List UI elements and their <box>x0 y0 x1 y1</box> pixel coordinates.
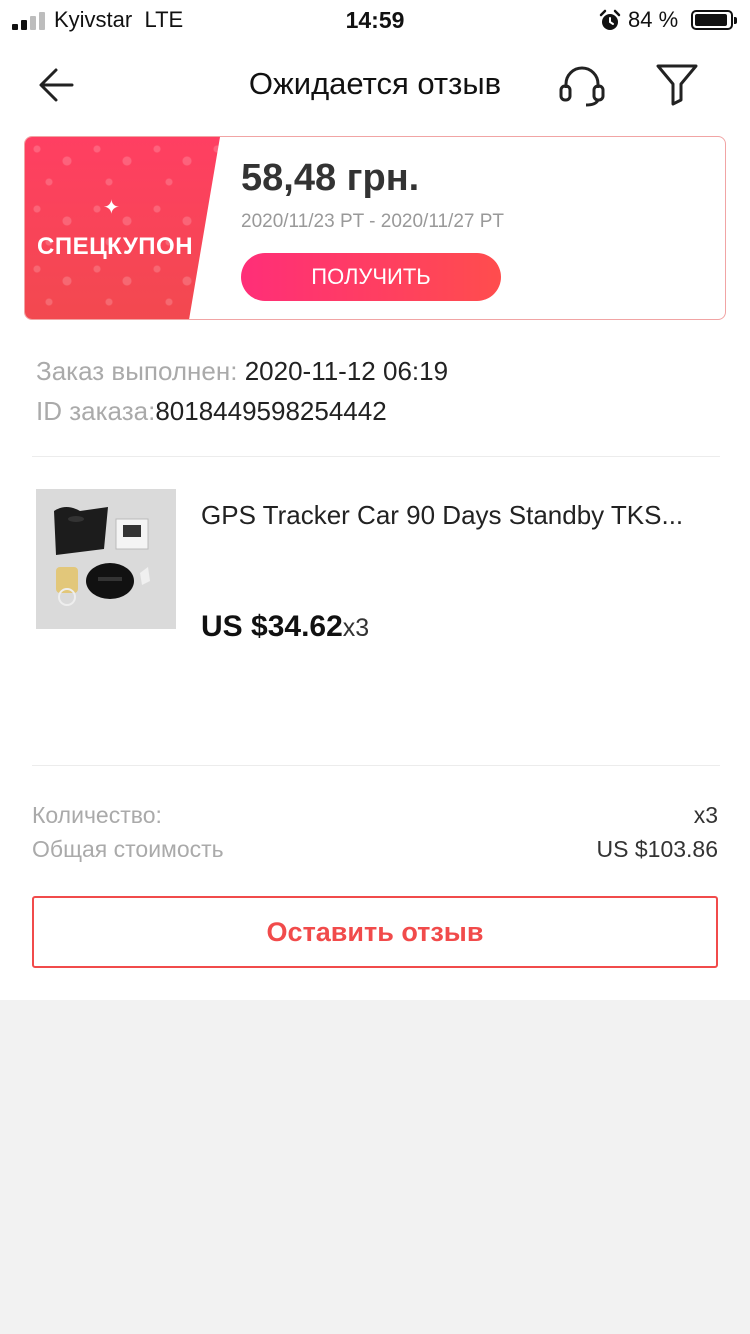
product-price-row: US $34.62x3 <box>201 610 369 644</box>
order-id-value: 8018449598254442 <box>155 396 387 426</box>
alarm-icon <box>599 9 621 30</box>
quantity-label: Количество: <box>32 802 162 828</box>
product-price: US $34.62 <box>201 610 343 643</box>
coupon-dates: 2020/11/23 PT - 2020/11/27 PT <box>241 211 505 232</box>
battery-percent: 84 % <box>628 7 679 32</box>
product-qty: x3 <box>342 614 370 642</box>
divider <box>32 765 720 766</box>
headset-icon[interactable] <box>556 62 608 108</box>
divider <box>32 456 720 457</box>
quantity-value: x3 <box>693 802 718 828</box>
coupon-amount: 58,48 грн. <box>241 157 420 199</box>
product-image[interactable] <box>36 489 176 629</box>
order-id-label: ID заказа: <box>36 396 156 426</box>
get-coupon-button[interactable]: ПОЛУЧИТЬ <box>241 253 501 301</box>
coupon-badge: ✦ СПЕЦКУПОН <box>25 137 220 319</box>
battery-icon <box>691 10 737 30</box>
order-completed-label: Заказ выполнен: <box>36 356 238 386</box>
status-bar: Kyivstar LTE 14:59 84 % <box>0 0 750 42</box>
sparkle-icon: ✦ <box>103 197 120 219</box>
total-value: US $103.86 <box>596 836 718 862</box>
order-completed-value: 2020-11-12 06:19 <box>237 356 449 386</box>
coupon-label: СПЕЦКУПОН <box>37 233 194 260</box>
order-id-row: ID заказа:8018449598254442 <box>36 396 387 427</box>
order-completed-row: Заказ выполнен: 2020-11-12 06:19 <box>36 356 448 387</box>
page-title: Ожидается отзыв <box>248 66 502 101</box>
coupon-card: ✦ СПЕЦКУПОН 58,48 грн. 2020/11/23 PT - 2… <box>24 136 726 320</box>
total-label: Общая стоимость <box>32 836 224 862</box>
filter-icon[interactable] <box>652 60 702 108</box>
leave-review-button[interactable]: Оставить отзыв <box>32 896 718 968</box>
product-title[interactable]: GPS Tracker Car 90 Days Standby TKS... <box>201 500 683 531</box>
